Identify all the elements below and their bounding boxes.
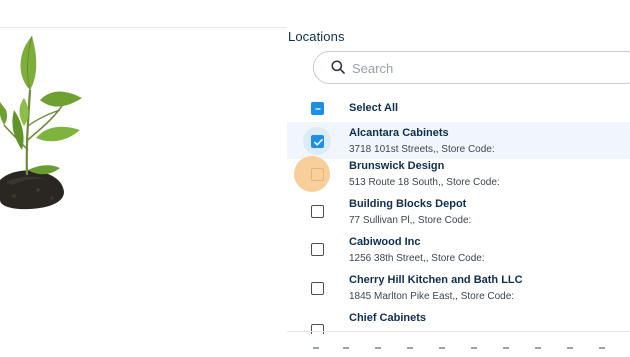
search-box[interactable] <box>313 51 630 84</box>
pager-mark[interactable] <box>375 347 381 353</box>
location-address: 513 Route 18 South,, Store Code: <box>349 177 500 188</box>
location-address: 1256 38th Street,, Store Code: <box>349 253 485 264</box>
location-name: Brunswick Design <box>349 160 445 172</box>
plant-illustration <box>0 35 82 210</box>
location-row[interactable]: Brunswick Design 513 Route 18 South,, St… <box>287 156 630 197</box>
location-checkbox[interactable] <box>311 324 324 334</box>
location-name: Cabiwood Inc <box>349 236 421 248</box>
panel-title: Locations <box>288 29 345 44</box>
location-checkbox[interactable] <box>311 243 324 256</box>
pager-mark[interactable] <box>567 347 573 353</box>
location-row[interactable]: Building Blocks Depot 77 Sullivan Pl,, S… <box>287 198 630 235</box>
checkmark-icon <box>314 139 323 146</box>
location-name: Alcantara Cabinets <box>349 127 449 139</box>
pager-mark[interactable] <box>599 347 605 353</box>
minus-icon <box>315 108 321 110</box>
location-address: 1845 Marlton Pike East,, Store Code: <box>349 291 515 302</box>
location-checkbox[interactable] <box>311 282 324 295</box>
location-name: Building Blocks Depot <box>349 198 467 210</box>
top-header-strip <box>0 0 630 28</box>
pager-mark[interactable] <box>439 347 445 353</box>
location-checkbox[interactable] <box>311 135 324 148</box>
pager-mark[interactable] <box>407 347 413 353</box>
location-checkbox[interactable] <box>311 168 324 181</box>
select-all-label: Select All <box>349 102 399 114</box>
location-address: 3718 101st Streets,, Store Code: <box>349 144 495 155</box>
location-address: 77 Sullivan Pl,, Store Code: <box>349 215 472 226</box>
pagination-strip[interactable] <box>307 347 630 357</box>
locations-list[interactable]: Select All Alcantara Cabinets 3718 101st… <box>287 94 630 334</box>
location-row[interactable]: Cabiwood Inc 1256 38th Street,, Store Co… <box>287 236 630 273</box>
search-input[interactable] <box>352 59 622 77</box>
location-row[interactable]: Alcantara Cabinets 3718 101st Streets,, … <box>287 122 630 159</box>
pager-mark[interactable] <box>503 347 509 353</box>
location-name: Chief Cabinets <box>349 312 427 324</box>
location-row[interactable]: Cherry Hill Kitchen and Bath LLC 1845 Ma… <box>287 274 630 311</box>
pager-mark[interactable] <box>535 347 541 353</box>
pager-mark[interactable] <box>313 347 319 353</box>
select-all-row[interactable]: Select All <box>287 94 630 122</box>
locations-panel: Locations Select All Alcanta <box>287 27 630 354</box>
select-all-checkbox[interactable] <box>311 102 324 115</box>
list-bottom-divider <box>287 331 630 332</box>
pager-mark[interactable] <box>471 347 477 353</box>
pager-mark[interactable] <box>343 347 349 353</box>
search-icon <box>331 60 345 74</box>
location-name: Cherry Hill Kitchen and Bath LLC <box>349 274 523 286</box>
location-checkbox[interactable] <box>311 205 324 218</box>
